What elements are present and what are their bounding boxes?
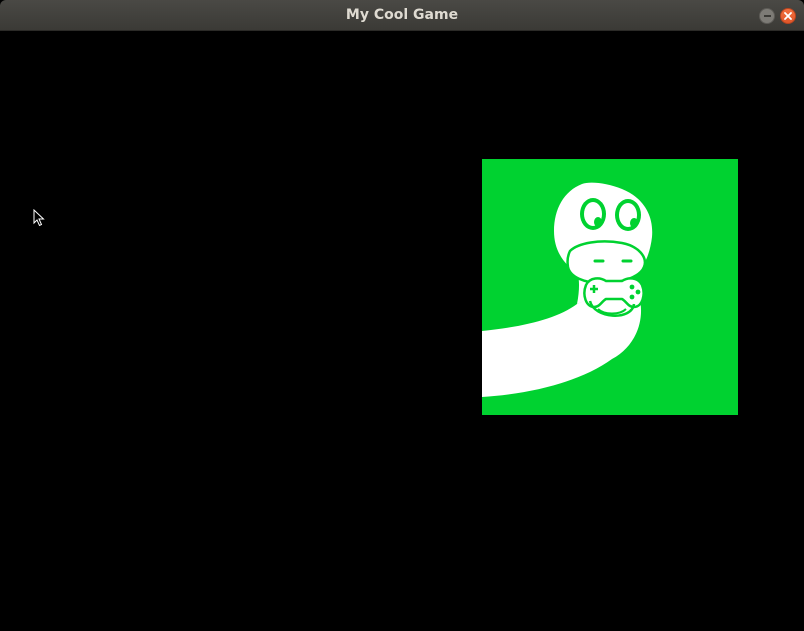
close-button[interactable] — [780, 8, 796, 24]
snake-mascot-icon — [482, 182, 653, 397]
game-canvas[interactable] — [2, 31, 802, 631]
snake-sprite — [482, 159, 738, 415]
close-icon — [784, 12, 792, 20]
game-window: My Cool Game — [0, 0, 804, 631]
minimize-icon — [763, 15, 771, 17]
minimize-button[interactable] — [759, 8, 775, 24]
title-bar[interactable]: My Cool Game — [0, 0, 804, 31]
arrow-cursor-icon — [33, 209, 45, 227]
window-title: My Cool Game — [345, 7, 459, 23]
